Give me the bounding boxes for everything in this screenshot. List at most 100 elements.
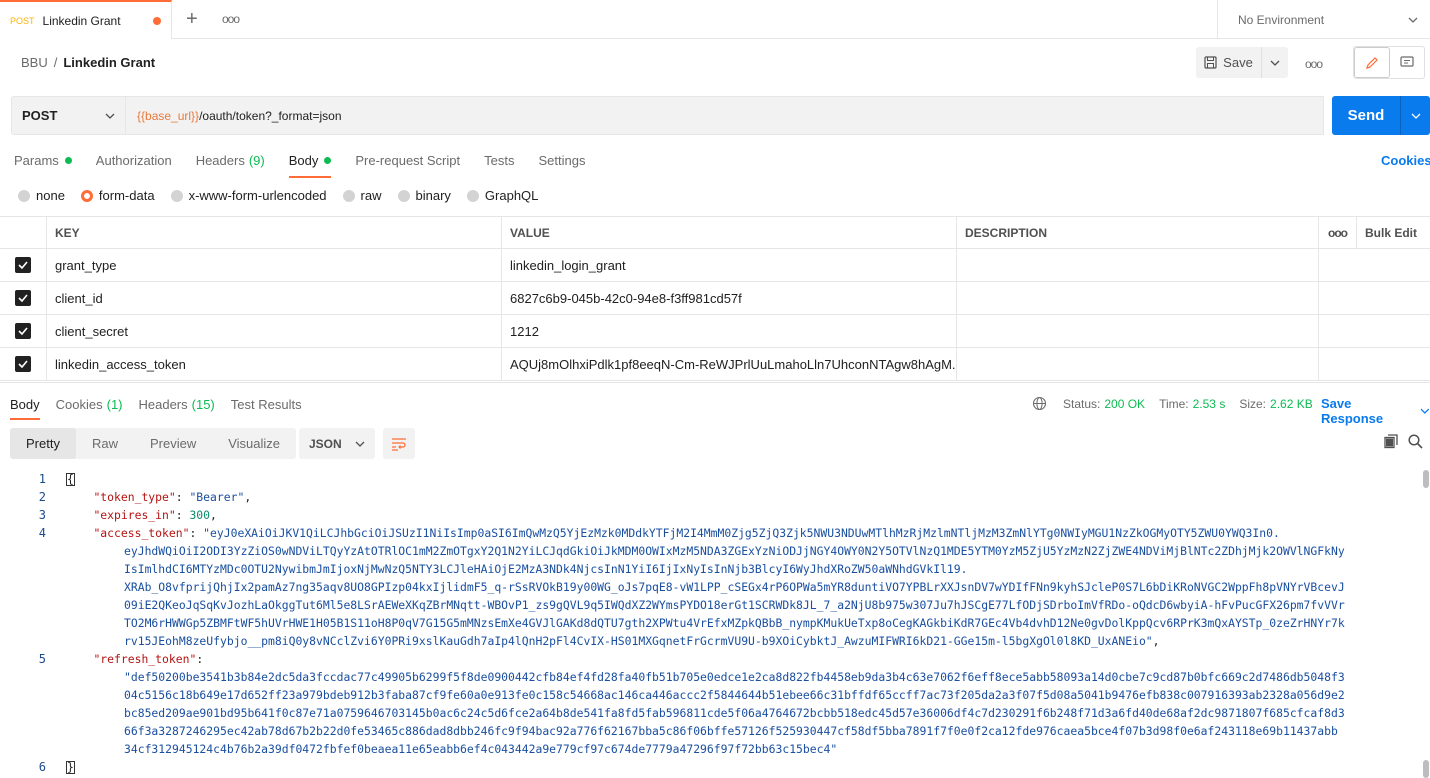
- tab-settings[interactable]: Settings: [538, 146, 585, 174]
- response-tab-cookies[interactable]: Cookies (1): [56, 394, 123, 414]
- view-toggle: [1353, 46, 1425, 79]
- row-actions: [1319, 348, 1430, 380]
- size-value[interactable]: 2.62 KB: [1270, 397, 1313, 411]
- chevron-down-icon: [1408, 17, 1418, 23]
- save-dropdown-button[interactable]: [1262, 60, 1288, 66]
- row-checkbox[interactable]: [15, 290, 31, 306]
- tab-prerequest-label: Pre-request Script: [355, 152, 461, 168]
- code-scrollbar[interactable]: [1422, 470, 1430, 778]
- environment-select[interactable]: No Environment: [1217, 0, 1430, 39]
- row-description[interactable]: [957, 348, 1319, 380]
- chevron-down-icon: [1411, 113, 1420, 119]
- breadcrumb-collection[interactable]: BBU: [21, 55, 48, 70]
- checkmark-icon: [18, 261, 28, 269]
- new-tab-plus-icon[interactable]: +: [186, 9, 198, 29]
- globe-icon[interactable]: [1032, 396, 1047, 411]
- scrollbar-thumb-bottom[interactable]: [1423, 760, 1429, 778]
- tab-authorization[interactable]: Authorization: [96, 146, 172, 174]
- response-tab-headers[interactable]: Headers (15): [139, 394, 215, 414]
- method-select[interactable]: POST: [11, 96, 126, 135]
- row-value[interactable]: AQUj8mOlhxiPdlk1pf8eeqN-Cm-ReWJPrlUuLmah…: [502, 348, 957, 380]
- time-value[interactable]: 2.53 s: [1193, 397, 1226, 411]
- checkmark-icon: [18, 360, 28, 368]
- response-tab-body[interactable]: Body: [10, 394, 40, 420]
- chevron-down-icon: [1270, 60, 1280, 66]
- response-tabs: Body Cookies (1) Headers (15) Test Results: [10, 394, 318, 420]
- table-more-icon[interactable]: ooo: [1319, 217, 1357, 248]
- save-response-button[interactable]: Save Response: [1321, 396, 1430, 426]
- bulk-edit-button[interactable]: Bulk Edit: [1357, 217, 1430, 248]
- view-mode-pretty[interactable]: Pretty: [10, 428, 76, 459]
- radio-circle-selected: [80, 189, 93, 202]
- edit-view-button[interactable]: [1354, 47, 1390, 78]
- params-active-dot-icon: [64, 156, 72, 164]
- copy-icon[interactable]: [1384, 434, 1399, 449]
- radio-form-data[interactable]: form-data: [80, 188, 155, 203]
- line-number: 4: [38, 526, 46, 540]
- view-mode-raw[interactable]: Raw: [76, 428, 134, 459]
- wrap-lines-icon: [392, 437, 406, 451]
- format-select[interactable]: JSON: [299, 428, 375, 459]
- save-button[interactable]: Save: [1196, 47, 1262, 78]
- url-path: /oauth/token?_format=json: [199, 108, 342, 123]
- close-brace: }: [66, 760, 75, 774]
- radio-binary[interactable]: binary: [397, 188, 451, 203]
- row-description[interactable]: [957, 249, 1319, 281]
- row-key[interactable]: client_id: [47, 282, 502, 314]
- send-dropdown-button[interactable]: [1400, 96, 1430, 135]
- row-checkbox-cell: [0, 315, 47, 347]
- radio-none[interactable]: none: [18, 188, 65, 203]
- radio-urlencoded[interactable]: x-www-form-urlencoded: [170, 188, 327, 203]
- send-button-group: Send: [1332, 96, 1430, 135]
- save-icon: [1204, 56, 1217, 69]
- comments-view-button[interactable]: [1390, 47, 1424, 78]
- row-value[interactable]: linkedin_login_grant: [502, 249, 957, 281]
- scrollbar-thumb-top[interactable]: [1423, 470, 1429, 488]
- more-actions-icon[interactable]: ooo: [1305, 57, 1323, 71]
- status-value[interactable]: 200 OK: [1104, 397, 1145, 411]
- row-key[interactable]: grant_type: [47, 249, 502, 281]
- response-tab-body-label: Body: [10, 396, 40, 412]
- row-value[interactable]: 6827c6b9-045b-42c0-94e8-f3ff981cd57f: [502, 282, 957, 314]
- radio-raw[interactable]: raw: [342, 188, 382, 203]
- response-tab-headers-label: Headers: [138, 396, 188, 412]
- row-key[interactable]: linkedin_access_token: [47, 348, 502, 380]
- cookies-link[interactable]: Cookies: [1381, 153, 1430, 168]
- header-value: VALUE: [502, 217, 957, 248]
- header-description: DESCRIPTION: [957, 217, 1319, 248]
- tab-body-label: Body: [288, 152, 319, 168]
- row-value[interactable]: 1212: [502, 315, 957, 347]
- request-tab[interactable]: POST Linkedin Grant: [0, 0, 172, 39]
- response-body-code[interactable]: 1 2 3 4 5 6 { "token_type": "Bearer", "e…: [0, 470, 1422, 778]
- row-checkbox[interactable]: [15, 323, 31, 339]
- pane-divider[interactable]: [0, 382, 1430, 383]
- radio-graphql[interactable]: GraphQL: [466, 188, 539, 203]
- search-icon[interactable]: [1408, 434, 1423, 449]
- tab-prerequest-script[interactable]: Pre-request Script: [355, 146, 460, 174]
- row-description[interactable]: [957, 282, 1319, 314]
- response-tab-test-results[interactable]: Test Results: [231, 394, 302, 414]
- tab-headers[interactable]: Headers (9): [196, 146, 265, 174]
- row-checkbox[interactable]: [15, 356, 31, 372]
- row-description[interactable]: [957, 315, 1319, 347]
- table-row: linkedin_access_token AQUj8mOlhxiPdlk1pf8…: [0, 348, 1430, 381]
- view-mode-visualize[interactable]: Visualize: [212, 428, 296, 459]
- header-check-cell: [0, 217, 47, 248]
- tab-body[interactable]: Body: [288, 146, 332, 178]
- breadcrumb-request[interactable]: Linkedin Grant: [63, 55, 155, 70]
- tab-more-icon[interactable]: ooo: [222, 12, 240, 26]
- radio-graphql-label: GraphQL: [484, 188, 539, 203]
- send-button[interactable]: Send: [1332, 107, 1400, 124]
- json-key: "refresh_token": [93, 652, 197, 666]
- tab-params[interactable]: Params: [14, 146, 72, 174]
- code-line: "token_type": "Bearer",: [93, 490, 252, 504]
- row-checkbox[interactable]: [15, 257, 31, 273]
- view-mode-preview[interactable]: Preview: [134, 428, 212, 459]
- open-brace: {: [66, 472, 75, 486]
- row-key[interactable]: client_secret: [47, 315, 502, 347]
- wrap-lines-button[interactable]: [383, 428, 415, 459]
- row-actions: [1319, 249, 1430, 281]
- cookies-count-badge: (1): [106, 396, 123, 412]
- tab-tests[interactable]: Tests: [484, 146, 514, 174]
- url-input[interactable]: {{base_url}}/oauth/token?_format=json: [126, 96, 1324, 135]
